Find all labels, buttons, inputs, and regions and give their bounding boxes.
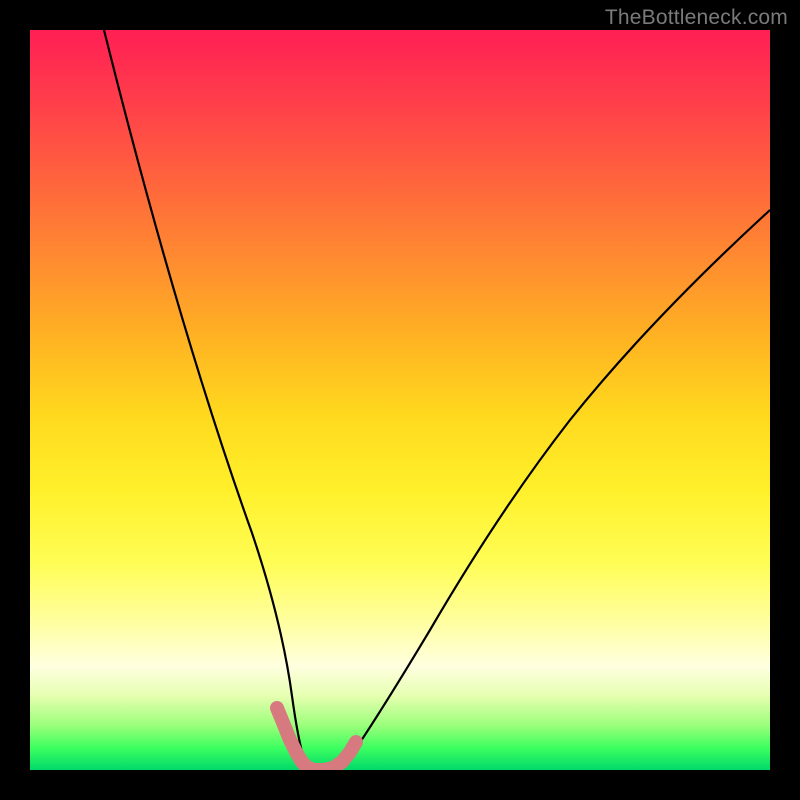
plot-area (30, 30, 770, 770)
left-curve (104, 30, 305, 763)
chart-frame: TheBottleneck.com (0, 0, 800, 800)
curves-svg (30, 30, 770, 770)
right-curve (341, 210, 770, 770)
highlight-segment (277, 708, 356, 770)
watermark: TheBottleneck.com (605, 6, 788, 30)
